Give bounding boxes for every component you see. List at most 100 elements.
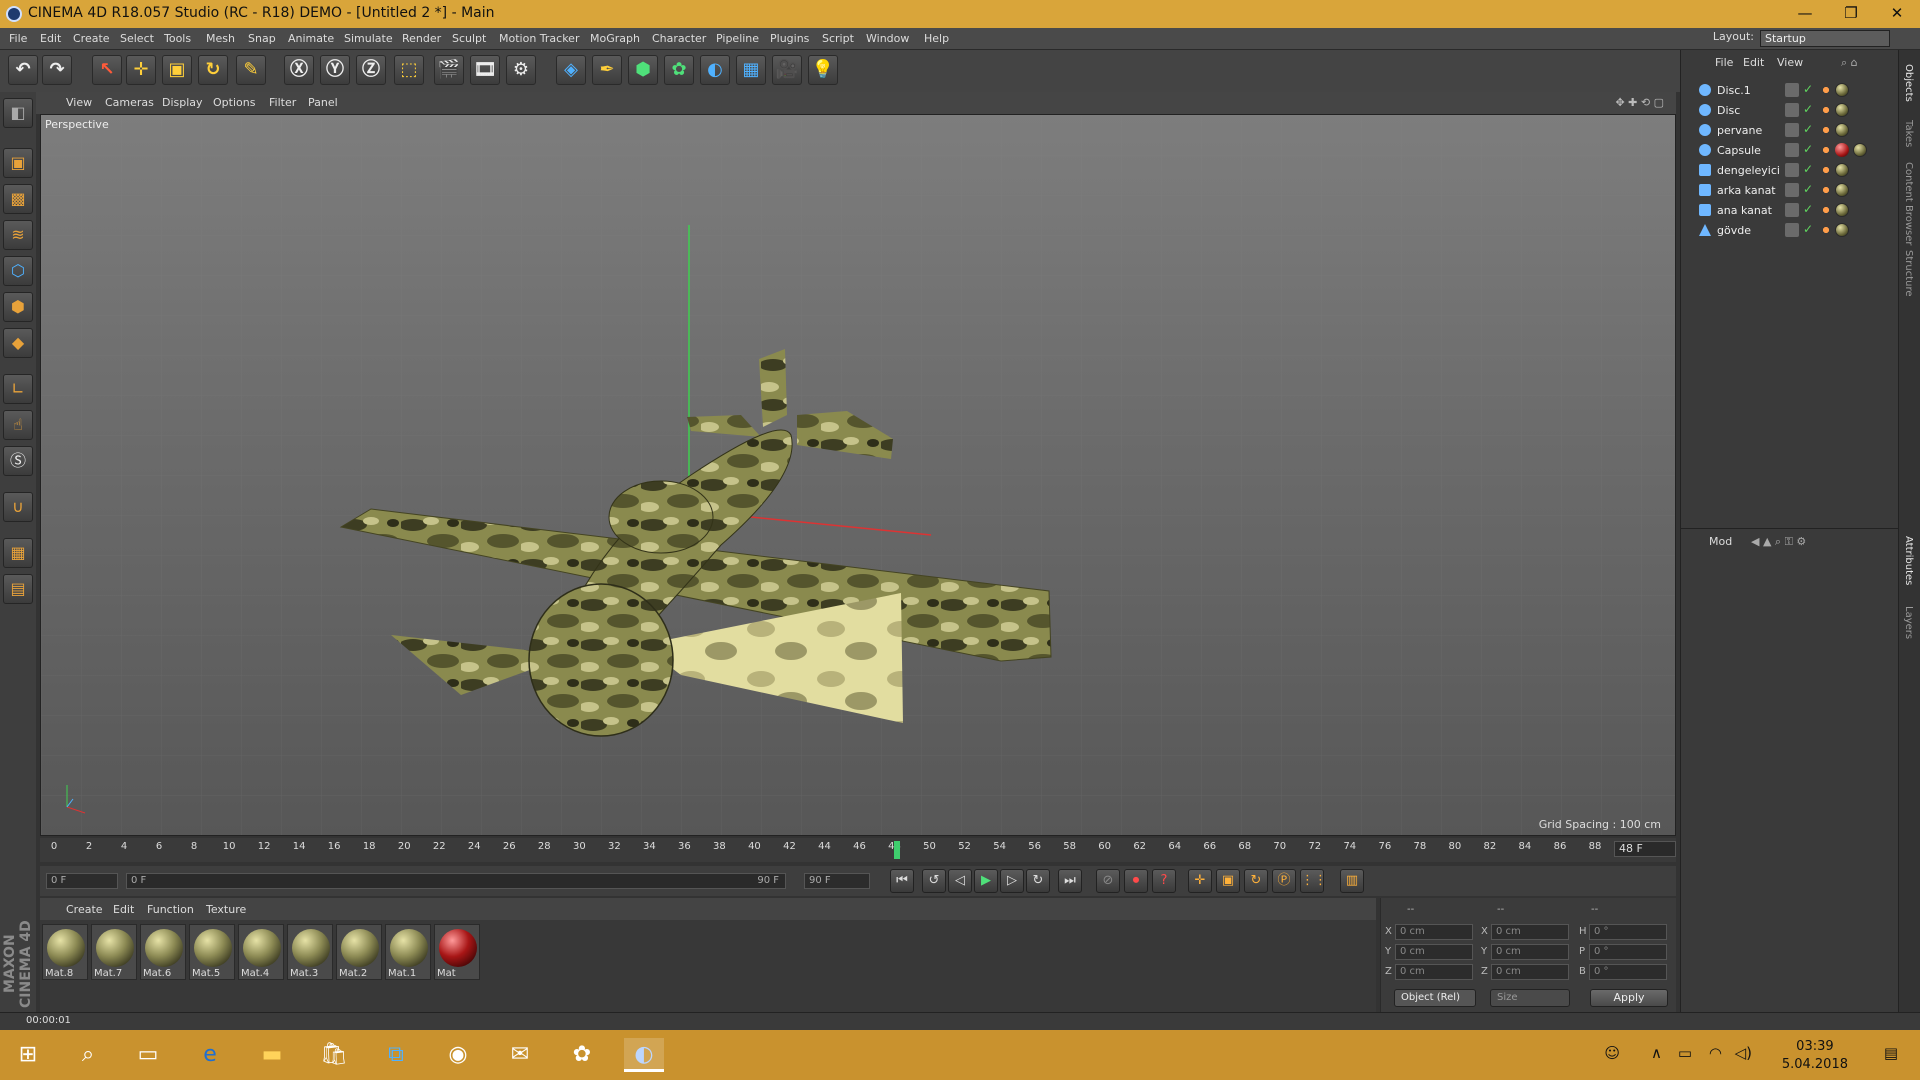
rotate-tool-icon[interactable]: ↻	[198, 55, 228, 85]
start-frame-field[interactable]: 0 F	[46, 873, 118, 889]
undo-icon[interactable]: ↶	[8, 55, 38, 85]
tab-attributes[interactable]: Attributes	[1903, 536, 1914, 585]
key-position-icon[interactable]: ✛	[1188, 869, 1212, 893]
light-object-icon[interactable]: 💡	[808, 55, 838, 85]
scale-tool-icon[interactable]: ▣	[162, 55, 192, 85]
edges-mode-icon[interactable]: ⬢	[3, 292, 33, 322]
key-rotation-icon[interactable]: ↻	[1244, 869, 1268, 893]
task-view-icon[interactable]: ▭	[128, 1038, 168, 1072]
material-menu-texture[interactable]: Texture	[206, 903, 246, 916]
file-explorer-icon[interactable]: ▬	[252, 1038, 292, 1072]
object-row[interactable]: dengeleyici ✓	[1681, 160, 1899, 180]
key-scale-icon[interactable]: ▣	[1216, 869, 1240, 893]
polygons-mode-icon[interactable]: ◆	[3, 328, 33, 358]
axis-mode-icon[interactable]: ∟	[3, 374, 33, 404]
record-disabled-icon[interactable]: ⊘	[1096, 869, 1120, 893]
tab-structure[interactable]: Structure	[1903, 250, 1914, 297]
menu-help[interactable]: Help	[924, 32, 949, 45]
texture-tag-icon[interactable]	[1835, 143, 1849, 157]
material-swatch[interactable]: Mat	[434, 924, 480, 980]
render-view-icon[interactable]: 🎬	[434, 55, 464, 85]
viewport-menu-display[interactable]: Display	[162, 96, 203, 109]
object-menu-view[interactable]: View	[1777, 56, 1803, 69]
next-frame-icon[interactable]: ▷	[1000, 869, 1024, 893]
points-mode-icon[interactable]: ⬡	[3, 256, 33, 286]
move-tool-icon[interactable]: ✛	[126, 55, 156, 85]
material-swatch[interactable]: Mat.2	[336, 924, 382, 980]
make-editable-icon[interactable]: ◧	[3, 98, 33, 128]
cinema4d-taskbar-icon[interactable]: ◐	[624, 1038, 664, 1072]
go-to-start-icon[interactable]: ⏮	[890, 869, 914, 893]
tab-objects[interactable]: Objects	[1903, 64, 1914, 102]
camera-object-icon[interactable]: 🎥	[772, 55, 802, 85]
next-key-icon[interactable]: ↻	[1026, 869, 1050, 893]
layer-icon[interactable]	[1785, 123, 1799, 137]
previous-key-icon[interactable]: ↺	[922, 869, 946, 893]
rotation-h-field[interactable]: 0 °	[1589, 924, 1667, 940]
size-mode-dropdown[interactable]: Size	[1490, 989, 1570, 1007]
phong-tag-icon[interactable]	[1819, 223, 1833, 237]
material-swatch[interactable]: Mat.5	[189, 924, 235, 980]
magnet-icon[interactable]: ∪	[3, 492, 33, 522]
y-axis-lock-icon[interactable]: Ⓨ	[320, 55, 350, 85]
perspective-viewport[interactable]: Perspective Grid Spacing : 100 cm	[40, 114, 1676, 836]
phong-tag-icon[interactable]	[1819, 123, 1833, 137]
menu-pipeline[interactable]: Pipeline	[716, 32, 759, 45]
tab-layers[interactable]: Layers	[1903, 606, 1914, 639]
material-swatch[interactable]: Mat.8	[42, 924, 88, 980]
taskbar-clock[interactable]: 03:39 5.04.2018	[1782, 1038, 1848, 1074]
menu-animate[interactable]: Animate	[288, 32, 334, 45]
visible-check-icon[interactable]: ✓	[1803, 183, 1817, 197]
play-forward-icon[interactable]: ▶	[974, 869, 998, 893]
redo-icon[interactable]: ↷	[42, 55, 72, 85]
texture-tag-icon[interactable]	[1835, 183, 1849, 197]
go-to-end-icon[interactable]: ⏭	[1058, 869, 1082, 893]
visible-check-icon[interactable]: ✓	[1803, 83, 1817, 97]
phong-tag-icon[interactable]	[1819, 143, 1833, 157]
visible-check-icon[interactable]: ✓	[1803, 143, 1817, 157]
paint-icon[interactable]: ✿	[562, 1038, 602, 1072]
menu-mesh[interactable]: Mesh	[206, 32, 235, 45]
timeline-playhead[interactable]	[894, 841, 900, 859]
menu-plugins[interactable]: Plugins	[770, 32, 809, 45]
texture-tag-icon[interactable]	[1835, 83, 1849, 97]
phong-tag-icon[interactable]	[1819, 103, 1833, 117]
close-button[interactable]: ✕	[1874, 0, 1920, 28]
windows-start-icon[interactable]: ⊞	[8, 1038, 48, 1072]
current-frame-field[interactable]: 48 F	[1614, 841, 1676, 857]
visible-check-icon[interactable]: ✓	[1803, 103, 1817, 117]
x-axis-lock-icon[interactable]: Ⓧ	[284, 55, 314, 85]
floor-object-icon[interactable]: ▦	[736, 55, 766, 85]
timeline-ruler[interactable]: 0 2 4 6 8 10 12 14 16 18 20 22 24 26 28 30 32 34 36 38 40 42 4…	[40, 838, 1676, 862]
object-row[interactable]: ana kanat ✓	[1681, 200, 1899, 220]
autokey-icon[interactable]: ?	[1152, 869, 1176, 893]
texture-mode-icon[interactable]: ▩	[3, 184, 33, 214]
layout-dropdown[interactable]: Startup	[1760, 30, 1890, 47]
menu-create[interactable]: Create	[73, 32, 110, 45]
viewport-menu-view[interactable]: View	[66, 96, 92, 109]
coordinate-mode-dropdown[interactable]: Object (Rel)	[1394, 989, 1476, 1007]
deformer-icon[interactable]: ◐	[700, 55, 730, 85]
layer-icon[interactable]	[1785, 143, 1799, 157]
object-search-icon[interactable]: ⌕ ⌂	[1841, 56, 1858, 70]
volume-icon[interactable]: ◁)	[1735, 1044, 1752, 1062]
position-y-field[interactable]: 0 cm	[1395, 944, 1473, 960]
object-row[interactable]: Capsule ✓	[1681, 140, 1899, 160]
material-menu-edit[interactable]: Edit	[113, 903, 134, 916]
tray-chevron-icon[interactable]: ∧	[1651, 1044, 1662, 1062]
phong-tag-icon[interactable]	[1819, 203, 1833, 217]
live-selection-icon[interactable]: ✎	[236, 55, 266, 85]
size-x-field[interactable]: 0 cm	[1491, 924, 1569, 940]
texture-tag-icon[interactable]	[1835, 123, 1849, 137]
app-icon[interactable]: ⧉	[376, 1038, 416, 1072]
layer-icon[interactable]	[1785, 103, 1799, 117]
people-icon[interactable]: ☺	[1604, 1044, 1620, 1062]
minimize-button[interactable]: —	[1782, 0, 1828, 28]
phong-tag-icon[interactable]	[1819, 183, 1833, 197]
key-pla-icon[interactable]: ⋮⋮	[1300, 869, 1327, 893]
texture-tag-icon[interactable]	[1835, 203, 1849, 217]
menu-window[interactable]: Window	[866, 32, 909, 45]
record-active-icon[interactable]: ⏺	[1124, 869, 1148, 893]
workplane-icon[interactable]: ▦	[3, 538, 33, 568]
subdivision-surface-icon[interactable]: ⬢	[628, 55, 658, 85]
